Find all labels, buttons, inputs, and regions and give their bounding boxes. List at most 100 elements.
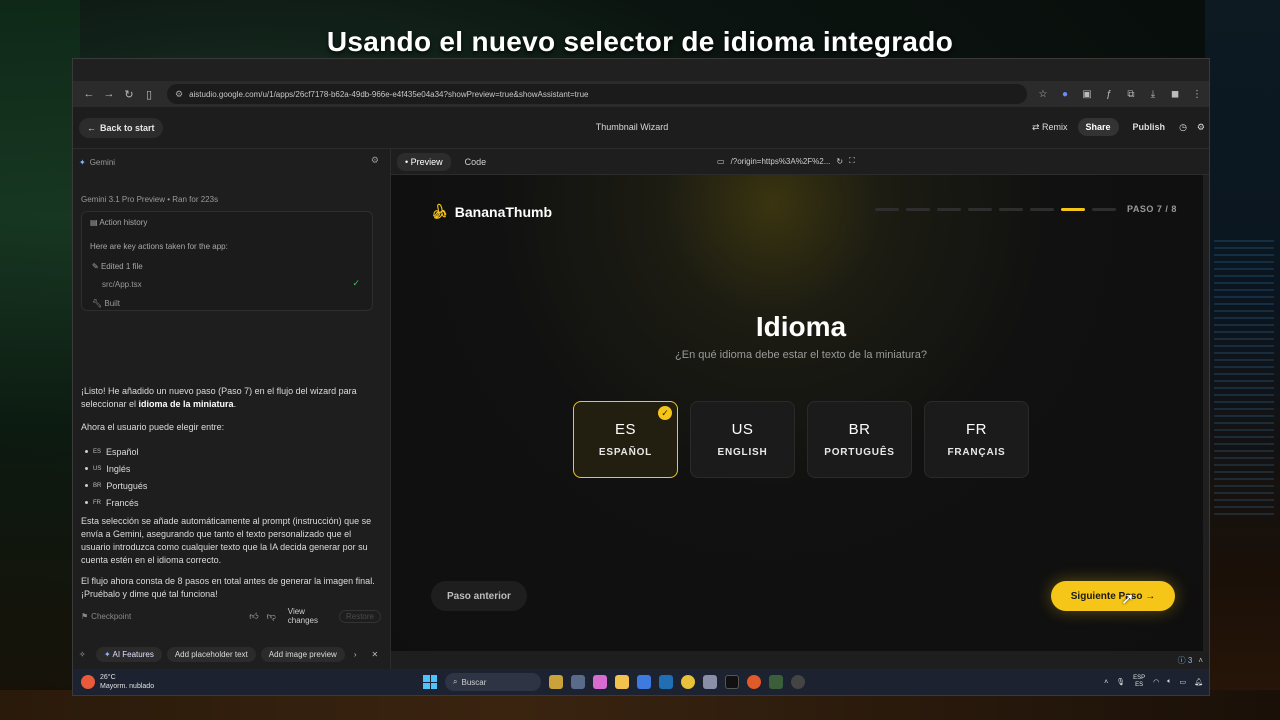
chip-ai-features-label: AI Features xyxy=(112,649,154,659)
edited-file-name[interactable]: src/App.tsx xyxy=(102,280,142,289)
video-title: Usando el nuevo selector de idioma integ… xyxy=(326,26,954,57)
chat-message-selection: Esta selección se añade automáticamente … xyxy=(81,516,372,565)
editor-app-icon[interactable] xyxy=(769,675,783,689)
remix-label: Remix xyxy=(1042,121,1068,132)
language-label: Español xyxy=(106,446,139,457)
capcut-app-icon[interactable] xyxy=(725,675,739,689)
chrome-browser-icon[interactable] xyxy=(681,675,695,689)
language-code: FR xyxy=(93,499,101,506)
tab-code[interactable]: Code xyxy=(457,153,495,171)
model-info: Gemini 3.1 Pro Preview • Ran for 223s xyxy=(81,195,219,204)
option-name: FRANÇAIS xyxy=(947,447,1006,458)
forward-arrow-icon[interactable]: → xyxy=(99,84,119,104)
fullscreen-icon[interactable]: ⛶ xyxy=(849,156,855,166)
chat-settings-icon[interactable]: ⚙ xyxy=(371,155,379,166)
option-name: ENGLISH xyxy=(717,447,768,458)
split-view-icon[interactable]: ▯ xyxy=(139,84,159,104)
publish-button[interactable]: Publish xyxy=(1129,118,1170,136)
taskbar-search[interactable]: ⌕ Buscar xyxy=(445,673,541,691)
site-info-icon[interactable]: ⚙ xyxy=(175,89,183,100)
settings-gear-icon[interactable]: ⚙ xyxy=(1197,122,1205,133)
chevron-up-icon[interactable]: ˄ xyxy=(1198,656,1203,665)
option-name: ESPAÑOL xyxy=(598,447,653,458)
task-view-icon[interactable] xyxy=(571,675,585,689)
thumbs-down-icon[interactable]: 👎︎ xyxy=(267,611,276,622)
app-header: ← Back to start Thumbnail Wizard ⇄ Remix… xyxy=(73,107,1209,149)
close-icon[interactable]: ✕ xyxy=(372,650,379,659)
thumbs-up-icon[interactable]: 👍︎ xyxy=(249,611,258,622)
device-icon[interactable]: ▭ xyxy=(717,157,725,166)
chip-add-image-preview[interactable]: Add image preview xyxy=(260,646,345,662)
tab-preview[interactable]: • Preview xyxy=(397,152,451,171)
back-arrow-icon[interactable]: ← xyxy=(79,84,99,104)
issues-indicator[interactable]: ⓘ 3 xyxy=(1178,655,1193,666)
gemini-spark-icon: ✦ xyxy=(79,157,86,167)
suggestion-chips: ✧ ✦ AI Features Add placeholder text Add… xyxy=(79,645,383,663)
language-label: Portugués xyxy=(106,480,148,491)
battery-icon[interactable]: ▭ xyxy=(1179,678,1186,686)
chevron-right-icon[interactable]: › xyxy=(354,650,357,659)
step-indicator-1 xyxy=(875,208,899,211)
preview-url[interactable]: /?origin=https%3A%2F%2... xyxy=(731,157,831,166)
step-indicator-3 xyxy=(937,208,961,211)
language-option-es[interactable]: ✓ ES ESPAÑOL xyxy=(573,401,678,478)
restore-button[interactable]: Restore xyxy=(338,609,381,623)
input-language-indicator[interactable]: ESP ES xyxy=(1133,675,1145,689)
step-label: PASO 7 / 8 xyxy=(1127,204,1177,214)
action-history-title-label: Action history xyxy=(99,218,148,227)
microphone-tray-icon[interactable]: 🎙︎ xyxy=(1116,678,1125,686)
chip-add-placeholder-text[interactable]: Add placeholder text xyxy=(166,646,256,662)
refresh-icon[interactable]: ↻ xyxy=(836,157,843,166)
copilot-app-icon[interactable] xyxy=(593,675,607,689)
camera-extension-icon[interactable]: ▣ xyxy=(1079,86,1095,102)
action-history-box[interactable]: ▤ Action history Here are key actions ta… xyxy=(81,211,373,311)
chip-ai-features[interactable]: ✦ AI Features xyxy=(96,646,162,662)
puzzle-extensions-icon[interactable]: ⧉ xyxy=(1123,86,1139,102)
language-option-fr[interactable]: FR FRANÇAIS xyxy=(924,401,1029,478)
bookmark-star-icon[interactable]: ☆ xyxy=(1035,86,1051,102)
step-indicator-2 xyxy=(906,208,930,211)
menu-kebab-icon[interactable]: ⋮ xyxy=(1189,86,1205,102)
widgets-app-icon[interactable] xyxy=(549,675,563,689)
weather-description: Mayorm. nublado xyxy=(100,683,155,690)
weather-widget[interactable]: 26°C Mayorm. nublado xyxy=(81,673,154,691)
history-list-icon: ▤ xyxy=(90,218,100,227)
page-title: Idioma xyxy=(755,311,847,342)
chat-header: ✦ Gemini ⚙ xyxy=(79,155,379,169)
snipping-tool-icon[interactable] xyxy=(703,675,717,689)
history-icon[interactable]: ◷ xyxy=(1179,122,1187,133)
windows-start-icon[interactable] xyxy=(423,675,437,689)
extension-icon[interactable]: ● xyxy=(1057,86,1073,102)
remix-button[interactable]: ⇄ Remix xyxy=(1032,122,1068,133)
volume-icon[interactable]: 🔈︎ xyxy=(1167,678,1171,686)
function-extension-icon[interactable]: ƒ xyxy=(1101,86,1117,102)
reload-icon[interactable]: ↻ xyxy=(119,84,139,104)
tray-chevron-icon[interactable]: ˄ xyxy=(1104,679,1108,686)
chat-message-choose: Ahora el usuario puede elegir entre: xyxy=(81,422,225,432)
language-code: US xyxy=(93,465,102,472)
list-item: US Inglés xyxy=(85,460,147,477)
list-item: FR Francés xyxy=(85,494,147,511)
step-indicator-7 xyxy=(1061,208,1085,211)
store-app-icon[interactable] xyxy=(637,675,651,689)
notification-bell-icon[interactable]: 🔔︎ xyxy=(1194,678,1203,686)
view-changes-button[interactable]: View changes xyxy=(288,607,329,625)
previous-step-button[interactable]: Paso anterior xyxy=(431,581,527,611)
url-field[interactable]: ⚙ aistudio.google.com/u/1/apps/26cf7178-… xyxy=(167,84,1027,104)
app-icon[interactable] xyxy=(747,675,761,689)
share-button[interactable]: Share xyxy=(1077,118,1119,136)
file-explorer-icon[interactable] xyxy=(615,675,629,689)
language-option-br[interactable]: BR PORTUGUÊS xyxy=(807,401,912,478)
background-desk xyxy=(1205,0,1280,720)
wifi-icon[interactable]: ◠ xyxy=(1153,678,1159,686)
recorder-app-icon[interactable] xyxy=(791,675,805,689)
mouse-cursor-icon: ➚ xyxy=(1121,591,1135,608)
check-icon: ✓ xyxy=(658,406,672,420)
dell-app-icon[interactable] xyxy=(659,675,673,689)
next-step-button[interactable]: Siguiente Paso → xyxy=(1051,581,1175,611)
language-option-us[interactable]: US ENGLISH xyxy=(690,401,795,478)
profile-icon[interactable]: ◼ xyxy=(1167,86,1183,102)
language-label: Inglés xyxy=(106,463,131,474)
download-icon[interactable]: ⤓ xyxy=(1145,86,1161,102)
browser-window: ← → ↻ ▯ ⚙ aistudio.google.com/u/1/apps/2… xyxy=(72,58,1210,696)
